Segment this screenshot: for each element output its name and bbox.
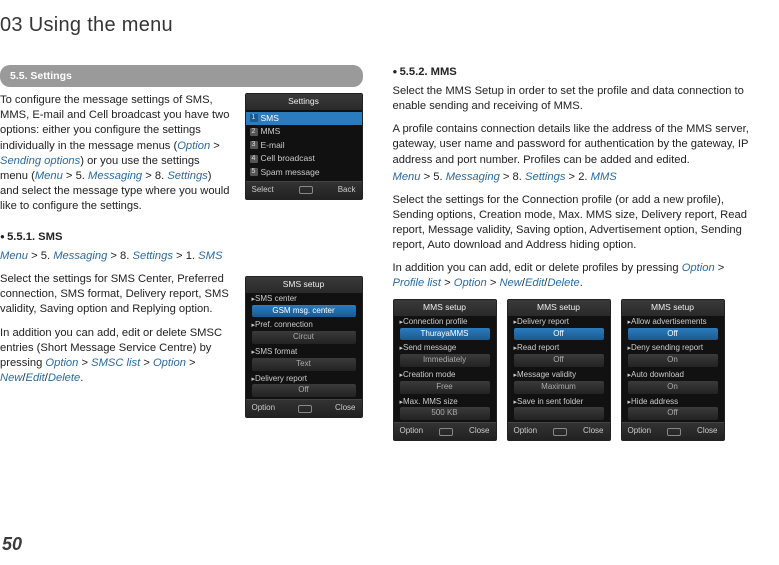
intro-block: To configure the message settings of SMS… [0, 93, 363, 214]
mms-p3: Select the settings for the Connection p… [393, 193, 756, 253]
link-messaging: Messaging [88, 170, 142, 182]
list-item: 3E-mail [246, 139, 362, 152]
sms-heading: 5.5.1. SMS [0, 230, 363, 245]
page-title: 03 Using the menu [0, 14, 755, 37]
mms-heading: 5.5.2. MMS [393, 65, 756, 80]
settings-bar: 5.5. Settings [0, 65, 363, 87]
phone-screenshot-mms-2: MMS setup Delivery report Off Read repor… [507, 299, 611, 441]
softkey-right: Back [338, 185, 356, 196]
list-item: 5Spam message [246, 166, 362, 179]
phone-screenshot-sms-setup: SMS setup SMS center GSM msg. center Pre… [245, 276, 363, 418]
mms-p1: Select the MMS Setup in order to set the… [393, 84, 756, 114]
link-menu: Menu [35, 170, 63, 182]
right-column: 5.5.2. MMS Select the MMS Setup in order… [393, 65, 756, 441]
phone-menu-list: 1SMS 2MMS 3E-mail 4Cell broadcast 5Spam … [246, 110, 362, 181]
link-settings: Settings [167, 170, 207, 182]
phone-fields: SMS center GSM msg. center Pref. connect… [246, 293, 362, 397]
softkey-center-icon [299, 186, 313, 194]
phone-screenshot-mms-1: MMS setup Connection profile ThurayaMMS … [393, 299, 497, 441]
mms-p2: A profile contains connection details li… [393, 122, 756, 167]
list-item: 4Cell broadcast [246, 152, 362, 165]
list-item: 1SMS [246, 112, 362, 125]
left-column: 5.5. Settings To configure the message s… [0, 65, 363, 441]
page-number: 50 [2, 534, 22, 555]
sms-p1: Select the settings for SMS Center, Pref… [0, 272, 230, 317]
mms-screenshots: MMS setup Connection profile ThurayaMMS … [393, 299, 756, 441]
phone-screenshot-settings: Settings 1SMS 2MMS 3E-mail 4Cell broadca… [245, 93, 363, 200]
link-option: Option [177, 140, 210, 152]
list-item: 2MMS [246, 125, 362, 138]
phone-screenshot-mms-3: MMS setup Allow advertisements Off Deny … [621, 299, 725, 441]
content-columns: 5.5. Settings To configure the message s… [0, 65, 755, 441]
sms-path: Menu > 5. Messaging > 8. Settings > 1. S… [0, 249, 363, 264]
phone-title: SMS setup [246, 277, 362, 292]
phone-softkeys: Select Back [246, 181, 362, 199]
sms-block: Select the settings for SMS Center, Pref… [0, 272, 363, 386]
mms-p4: In addition you can add, edit or delete … [393, 261, 756, 291]
phone-softkeys: OptionClose [246, 399, 362, 417]
mms-path: Menu > 5. Messaging > 8. Settings > 2. M… [393, 170, 756, 185]
softkey-left: Select [252, 185, 274, 196]
sms-p2: In addition you can add, edit or delete … [0, 326, 230, 386]
phone-title: Settings [246, 94, 362, 109]
intro-text: To configure the message settings of SMS… [0, 93, 230, 214]
link-sending-options: Sending options [0, 155, 80, 167]
